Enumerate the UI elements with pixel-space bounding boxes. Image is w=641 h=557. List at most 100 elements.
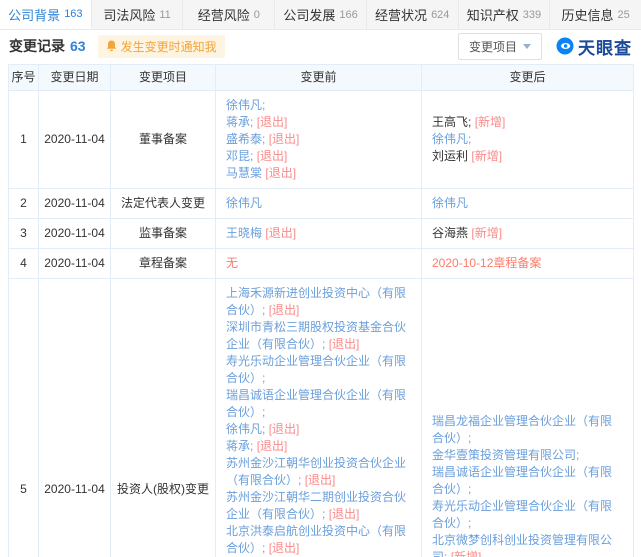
entity-link[interactable]: 瑞昌诚语企业管理合伙企业（有限合伙）;	[226, 388, 406, 419]
section-toolbar: 变更记录 63 发生变更时通知我 变更项目 天眼查	[0, 30, 641, 62]
entry-line: 刘运利 [新增]	[432, 148, 623, 165]
change-status-tag: [新增]	[475, 115, 506, 129]
change-status-tag: [退出]	[257, 115, 288, 129]
entry-line: 苏州金沙江朝华二期创业投资合伙企业（有限合伙）; [退出]	[226, 489, 411, 523]
tab-3[interactable]: 公司发展 166	[275, 0, 367, 29]
entity-link[interactable]: 深圳市青松三期股权投资基金合伙企业（有限合伙）;	[226, 320, 406, 351]
change-entries-cell: 上海禾源新进创业投资中心（有限合伙）; [退出]深圳市青松三期股权投资基金合伙企…	[216, 279, 422, 557]
tab-count: 11	[159, 9, 170, 21]
tab-count: 166	[339, 9, 357, 21]
tab-label: 历史信息	[562, 5, 614, 24]
change-status-tag: [退出]	[269, 132, 300, 146]
date-cell: 2020-11-04	[39, 249, 111, 279]
tab-6[interactable]: 历史信息 25	[550, 0, 641, 29]
entity-link[interactable]: 徐伟凡	[432, 196, 468, 210]
seq-cell: 2	[9, 189, 39, 219]
entry-line: 北京微梦创科创业投资管理有限公司; [新增]	[432, 532, 623, 557]
change-entries-cell: 徐伟凡	[422, 189, 634, 219]
table-row: 12020-11-04董事备案徐伟凡;蒋承; [退出]盛希泰; [退出]邓昆; …	[9, 91, 634, 189]
entity-link[interactable]: 徐伟凡;	[226, 98, 265, 112]
entity-link[interactable]: 苏州金沙江朝华二期创业投资合伙企业（有限合伙）;	[226, 490, 406, 521]
entity-link[interactable]: 金华壹策投资管理有限公司;	[432, 448, 579, 462]
table-row: 42020-11-04章程备案无 2020-10-12章程备案	[9, 249, 634, 279]
entry-line: 瑞昌诚语企业管理合伙企业（有限合伙）;	[432, 464, 623, 498]
seq-cell: 3	[9, 219, 39, 249]
entity-link[interactable]: 瑞昌龙福企业管理合伙企业（有限合伙）;	[432, 414, 612, 445]
tab-label: 公司发展	[283, 5, 335, 24]
change-status-tag: [退出]	[305, 473, 336, 487]
tab-1[interactable]: 司法风险11	[92, 0, 184, 29]
entity-link[interactable]: 蒋承;	[226, 115, 253, 129]
entry-line: 北京洪泰启航创业投资中心（有限合伙）; [退出]	[226, 523, 411, 557]
seq-cell: 5	[9, 279, 39, 557]
change-entries-cell: 2020-10-12章程备案	[422, 249, 634, 279]
entry-line: 王高飞; [新增]	[432, 114, 623, 131]
change-status-tag: [新增]	[451, 550, 482, 557]
change-status-tag: [新增]	[471, 226, 502, 240]
entry-line: 深圳市青松三期股权投资基金合伙企业（有限合伙）; [退出]	[226, 319, 411, 353]
change-status-tag: [退出]	[265, 226, 296, 240]
change-status-tag: [退出]	[329, 507, 360, 521]
entity-link[interactable]: 寿光乐动企业管理合伙企业（有限合伙）;	[226, 354, 406, 385]
item-cell: 法定代表人变更	[111, 189, 216, 219]
change-item-filter-dropdown[interactable]: 变更项目	[458, 33, 542, 60]
tab-label: 公司背景	[8, 5, 60, 24]
tab-0[interactable]: 公司背景163	[0, 0, 92, 29]
tab-count: 25	[618, 9, 630, 21]
change-entries-cell: 无	[216, 249, 422, 279]
change-status-tag: [退出]	[329, 337, 360, 351]
entity-text: 谷海燕	[432, 226, 468, 240]
entry-line: 苏州金沙江朝华创业投资合伙企业（有限合伙）; [退出]	[226, 455, 411, 489]
change-entries-cell: 谷海燕 [新增]	[422, 219, 634, 249]
entry-line: 2020-10-12章程备案	[432, 255, 623, 272]
tianyancha-logo-text: 天眼查	[578, 34, 632, 59]
tab-5[interactable]: 知识产权 339	[459, 0, 551, 29]
entity-link[interactable]: 徐伟凡	[226, 196, 262, 210]
date-cell: 2020-11-04	[39, 189, 111, 219]
change-status-tag: [新增]	[471, 149, 502, 163]
entry-line: 徐伟凡; [退出]	[226, 421, 411, 438]
entry-line: 徐伟凡;	[432, 131, 623, 148]
seq-cell: 4	[9, 249, 39, 279]
entity-text: 无	[226, 256, 238, 270]
tab-label: 知识产权	[467, 5, 519, 24]
entry-line: 徐伟凡	[432, 195, 623, 212]
entry-line: 徐伟凡;	[226, 97, 411, 114]
tab-count: 0	[254, 9, 260, 21]
entity-link[interactable]: 蒋承;	[226, 439, 253, 453]
entity-link[interactable]: 寿光乐动企业管理合伙企业（有限合伙）;	[432, 499, 612, 530]
change-entries-cell: 徐伟凡;蒋承; [退出]盛希泰; [退出]邓昆; [退出]马慧棠 [退出]	[216, 91, 422, 189]
chevron-down-icon	[523, 44, 531, 49]
tianyancha-logo[interactable]: 天眼查	[556, 34, 632, 59]
item-cell: 投资人(股权)变更	[111, 279, 216, 557]
table-row: 32020-11-04监事备案王晓梅 [退出]谷海燕 [新增]	[9, 219, 634, 249]
entity-link[interactable]: 上海禾源新进创业投资中心（有限合伙）;	[226, 286, 406, 317]
tab-label: 经营风险	[198, 5, 250, 24]
entry-line: 蒋承; [退出]	[226, 438, 411, 455]
entity-link[interactable]: 徐伟凡;	[226, 422, 265, 436]
tab-2[interactable]: 经营风险 0	[183, 0, 275, 29]
entity-link[interactable]: 北京洪泰启航创业投资中心（有限合伙）;	[226, 524, 406, 555]
tab-count: 339	[523, 9, 541, 21]
item-cell: 章程备案	[111, 249, 216, 279]
change-entries-cell: 王晓梅 [退出]	[216, 219, 422, 249]
notify-change-button[interactable]: 发生变更时通知我	[98, 35, 225, 58]
entry-line: 寿光乐动企业管理合伙企业（有限合伙）;	[432, 498, 623, 532]
date-cell: 2020-11-04	[39, 219, 111, 249]
entity-link[interactable]: 盛希泰;	[226, 132, 265, 146]
entry-line: 金华壹策投资管理有限公司;	[432, 447, 623, 464]
change-status-tag: [退出]	[269, 541, 300, 555]
section-title: 变更记录	[9, 36, 65, 56]
change-entries-cell: 徐伟凡	[216, 189, 422, 219]
entity-link[interactable]: 瑞昌诚语企业管理合伙企业（有限合伙）;	[432, 465, 612, 496]
entity-link[interactable]: 王晓梅	[226, 226, 262, 240]
entity-link[interactable]: 马慧棠	[226, 166, 262, 180]
tab-4[interactable]: 经营状况624	[367, 0, 459, 29]
change-status-tag: [退出]	[269, 422, 300, 436]
table-row: 52020-11-04投资人(股权)变更上海禾源新进创业投资中心（有限合伙）; …	[9, 279, 634, 557]
entity-link[interactable]: 邓昆;	[226, 149, 253, 163]
entity-text: 刘运利	[432, 149, 468, 163]
change-record-table: 序号 变更日期 变更项目 变更前 变更后 12020-11-04董事备案徐伟凡;…	[8, 64, 634, 557]
date-cell: 2020-11-04	[39, 279, 111, 557]
entity-link[interactable]: 徐伟凡;	[432, 132, 471, 146]
